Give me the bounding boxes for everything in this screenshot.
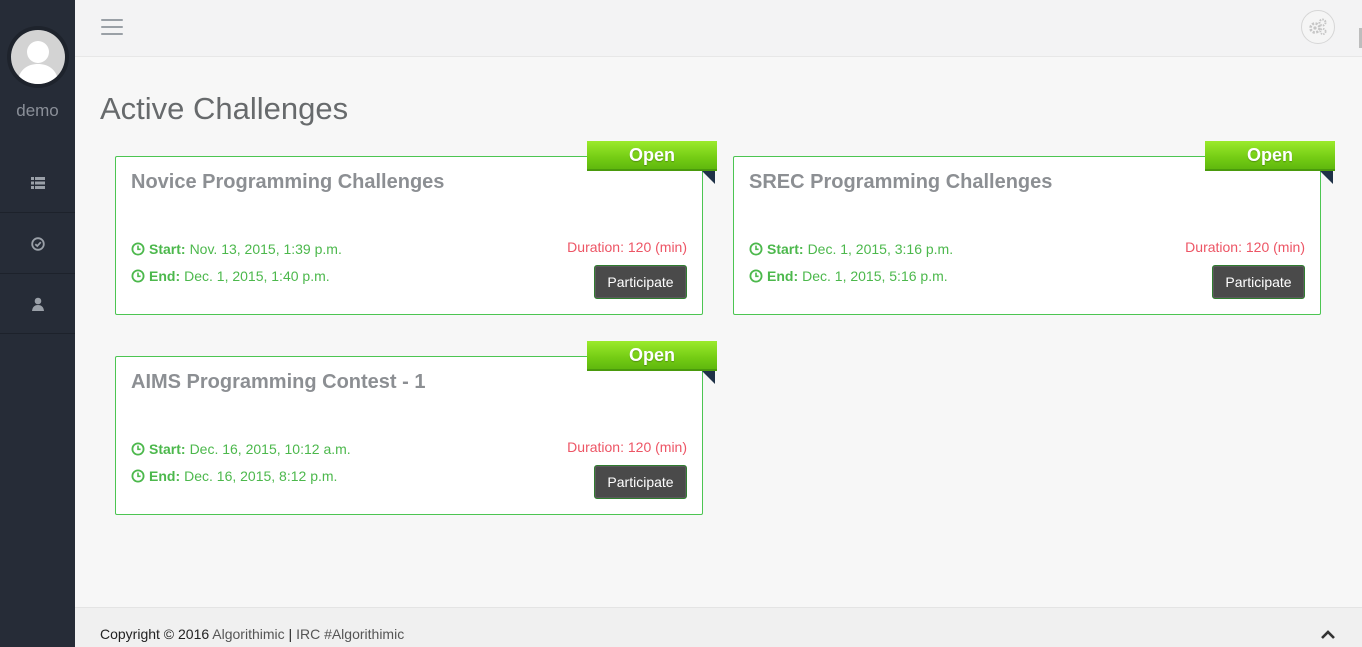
start-label: Start: (149, 441, 186, 457)
clock-icon (131, 269, 145, 283)
start-value: Dec. 16, 2015, 10:12 a.m. (189, 441, 351, 457)
ribbon-fold (702, 371, 715, 384)
start-label: Start: (149, 241, 186, 257)
duration-text: Duration: 120 (min) (567, 439, 687, 455)
challenge-title[interactable]: SREC Programming Challenges (749, 171, 1052, 194)
hamburger-icon[interactable] (101, 19, 123, 35)
start-value: Dec. 1, 2015, 3:16 p.m. (807, 241, 954, 257)
sidebar-item-list[interactable] (0, 153, 75, 213)
challenge-card: Open SREC Programming Challenges Start: … (733, 141, 1335, 315)
footer: Copyright © 2016 Algorithimic | IRC #Alg… (75, 607, 1362, 647)
end-time: End: Dec. 16, 2015, 8:12 p.m. (131, 468, 337, 484)
start-time: Start: Nov. 13, 2015, 1:39 p.m. (131, 241, 342, 257)
start-time: Start: Dec. 16, 2015, 10:12 a.m. (131, 441, 351, 457)
gears-icon (1309, 18, 1327, 35)
end-label: End: (149, 268, 181, 284)
settings-button[interactable] (1301, 10, 1335, 44)
end-value: Dec. 1, 2015, 1:40 p.m. (184, 268, 330, 284)
status-ribbon: Open (587, 141, 717, 171)
end-value: Dec. 1, 2015, 5:16 p.m. (802, 268, 948, 284)
challenge-card: Open AIMS Programming Contest - 1 Start:… (115, 341, 717, 515)
status-ribbon: Open (587, 341, 717, 371)
top-navbar (75, 0, 1362, 57)
start-value: Nov. 13, 2015, 1:39 p.m. (189, 241, 342, 257)
user-icon (31, 297, 44, 311)
end-label: End: (767, 268, 799, 284)
clock-icon (131, 242, 145, 256)
user-avatar-icon (17, 41, 59, 84)
clock-icon (749, 242, 763, 256)
sidebar: demo (0, 0, 75, 647)
check-circle-icon (30, 236, 45, 251)
avatar[interactable] (7, 26, 69, 88)
challenge-card: Open Novice Programming Challenges Start… (115, 141, 717, 315)
challenge-title[interactable]: Novice Programming Challenges (131, 171, 444, 194)
duration-text: Duration: 120 (min) (1185, 239, 1305, 255)
ribbon-fold (702, 171, 715, 184)
participate-button[interactable]: Participate (594, 265, 687, 299)
duration-text: Duration: 120 (min) (567, 239, 687, 255)
end-time: End: Dec. 1, 2015, 5:16 p.m. (749, 268, 948, 284)
participate-button[interactable]: Participate (1212, 265, 1305, 299)
end-time: End: Dec. 1, 2015, 1:40 p.m. (131, 268, 330, 284)
scroll-top-button[interactable] (1320, 628, 1336, 640)
sidebar-username[interactable]: demo (0, 101, 75, 121)
sidebar-item-profile[interactable] (0, 274, 75, 334)
list-icon (30, 176, 45, 189)
status-ribbon: Open (1205, 141, 1335, 171)
start-time: Start: Dec. 1, 2015, 3:16 p.m. (749, 241, 953, 257)
page-title: Active Challenges (100, 91, 349, 126)
irc-link[interactable]: IRC #Algorithimic (296, 626, 404, 642)
clock-icon (131, 469, 145, 483)
brand-link[interactable]: Algorithimic (212, 626, 284, 642)
clock-icon (749, 269, 763, 283)
clock-icon (131, 442, 145, 456)
chevron-up-icon (1321, 630, 1335, 639)
copyright-text: Copyright © 2016 (100, 626, 210, 642)
participate-button[interactable]: Participate (594, 465, 687, 499)
footer-text: Copyright © 2016 Algorithimic | IRC #Alg… (100, 626, 404, 642)
sidebar-item-solved[interactable] (0, 214, 75, 274)
challenge-title[interactable]: AIMS Programming Contest - 1 (131, 371, 425, 394)
end-label: End: (149, 468, 181, 484)
footer-separator: | (288, 626, 293, 642)
start-label: Start: (767, 241, 804, 257)
ribbon-fold (1320, 171, 1333, 184)
end-value: Dec. 16, 2015, 8:12 p.m. (184, 468, 338, 484)
